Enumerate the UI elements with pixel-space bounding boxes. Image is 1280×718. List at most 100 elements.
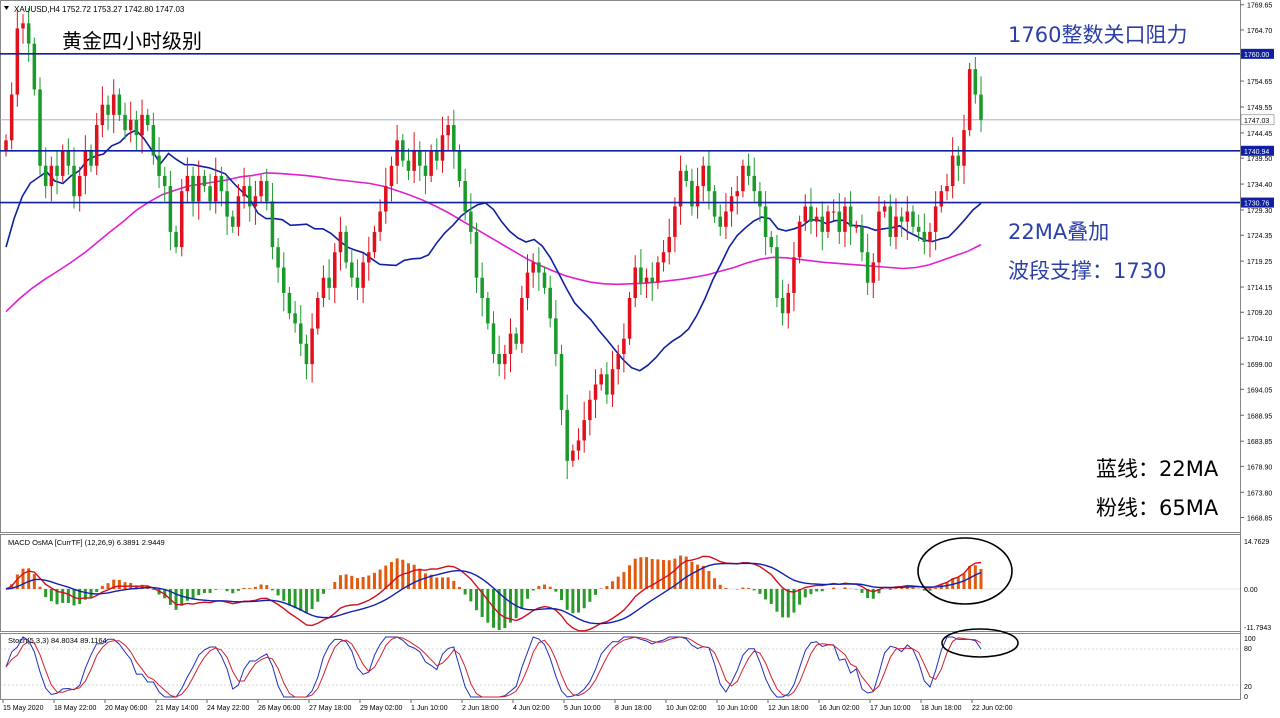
candle-body: [350, 262, 354, 278]
candle-body: [763, 206, 768, 237]
candle-body: [639, 267, 643, 283]
candle-body: [191, 175, 195, 202]
x-tick-label: 15 May 2020: [3, 705, 44, 712]
y-tick-label: 1724.35: [1247, 233, 1272, 240]
macd-histogram-bar: [248, 588, 252, 589]
macd-histogram-bar: [378, 569, 382, 589]
candle-body: [916, 226, 921, 232]
candle-body: [707, 165, 711, 192]
macd-histogram-bar: [446, 577, 450, 589]
y-tick-label: 1744.45: [1247, 131, 1272, 138]
x-tick-label: 12 Jun 18:00: [768, 705, 809, 712]
candle-body: [769, 236, 774, 248]
gold-h4-chart: 1769.651764.701759.751754.651749.551744.…: [0, 0, 1275, 712]
candle-body: [185, 175, 190, 192]
candle-body: [480, 277, 484, 299]
candle-body: [735, 191, 740, 197]
candle-body: [865, 252, 870, 283]
candle-body: [593, 384, 598, 400]
y-tick-label: 1739.50: [1247, 156, 1272, 163]
symbol-info: XAUUSD,H4 1752.72 1753.27 1742.80 1747.0…: [14, 5, 185, 14]
candle-body: [888, 206, 893, 237]
macd-histogram-bar: [338, 575, 342, 589]
macd-histogram-bar: [486, 589, 490, 623]
candle-body: [582, 420, 586, 441]
macd-histogram-bar: [276, 589, 280, 596]
candle-body: [542, 272, 547, 288]
candle-body: [571, 450, 575, 461]
macd-histogram-bar: [304, 589, 308, 614]
macd-histogram-bar: [888, 589, 892, 590]
macd-histogram-bar: [605, 586, 609, 589]
macd-histogram-bar: [543, 584, 547, 589]
candle-body: [196, 175, 201, 202]
macd-histogram-bar: [798, 589, 802, 605]
candle-body: [429, 150, 433, 176]
level-label: 1730.76: [1244, 201, 1269, 208]
macd-histogram-bar: [860, 589, 864, 593]
candle-body: [32, 43, 37, 90]
x-tick-label: 1 Jun 10:00: [411, 705, 448, 712]
candle-body: [899, 216, 904, 222]
candle-body: [474, 231, 479, 278]
macd-histogram-bar: [372, 572, 376, 589]
macd-histogram-bar: [463, 589, 467, 595]
candle-body: [486, 298, 490, 324]
macd-histogram-bar: [758, 589, 762, 594]
x-tick-label: 4 Jun 02:00: [513, 705, 550, 712]
macd-histogram-bar: [820, 589, 824, 592]
macd-histogram-bar: [701, 565, 705, 589]
candle-body: [843, 206, 847, 232]
candle-body: [43, 165, 48, 187]
y-tick-label: 1704.10: [1247, 336, 1272, 343]
macd-histogram-bar: [503, 589, 507, 629]
candle-body: [60, 150, 65, 176]
macd-histogram-bar: [259, 584, 263, 589]
candle-body: [559, 353, 564, 410]
macd-histogram-bar: [469, 589, 473, 602]
candle-body: [236, 196, 241, 227]
candle-body: [701, 165, 705, 187]
macd-histogram-bar: [412, 564, 416, 589]
candle-body: [225, 191, 229, 217]
candle-body: [202, 175, 207, 187]
candle-body: [361, 262, 365, 288]
candle-body: [333, 252, 337, 288]
candle-body: [208, 186, 212, 202]
macd-histogram-bar: [832, 587, 836, 589]
macd-histogram-bar: [185, 589, 189, 601]
candle-body: [820, 216, 825, 232]
candle-body: [123, 114, 127, 131]
stoch-label: Stoch(5,3,3) 84.8034 89.1164: [8, 636, 107, 645]
candle-body: [746, 165, 751, 176]
macd-histogram-bar: [747, 587, 751, 589]
macd-histogram-bar: [452, 580, 456, 589]
macd-histogram-bar: [599, 588, 603, 589]
y-tick-label: 1749.55: [1247, 105, 1272, 112]
candle-body: [945, 186, 949, 192]
x-tick-label: 8 Jun 18:00: [615, 705, 652, 712]
candle-body: [338, 231, 343, 253]
candle-body: [894, 216, 898, 237]
candle-body: [792, 257, 796, 293]
candle-body: [786, 292, 791, 314]
candle-body: [622, 338, 626, 354]
macd-histogram-bar: [509, 589, 513, 623]
support-annotation-1: 22MA叠加: [1008, 220, 1109, 244]
macd-histogram-bar: [191, 589, 195, 600]
candle-body: [531, 262, 535, 273]
candle-body: [389, 165, 394, 187]
macd-histogram-bar: [526, 589, 530, 599]
macd-histogram-bar: [741, 587, 745, 589]
x-tick-label: 18 May 22:00: [54, 705, 97, 712]
candle-body: [264, 181, 269, 202]
macd-histogram-bar: [520, 589, 524, 609]
macd-histogram-bar: [214, 589, 218, 590]
x-tick-label: 5 Jun 10:00: [564, 705, 601, 712]
macd-histogram-bar: [769, 589, 773, 604]
candle-body: [287, 292, 292, 314]
candle-body: [962, 130, 966, 166]
macd-tick-label: 0.00: [1244, 587, 1258, 594]
macd-histogram-bar: [934, 587, 938, 589]
candle-body: [446, 125, 450, 136]
